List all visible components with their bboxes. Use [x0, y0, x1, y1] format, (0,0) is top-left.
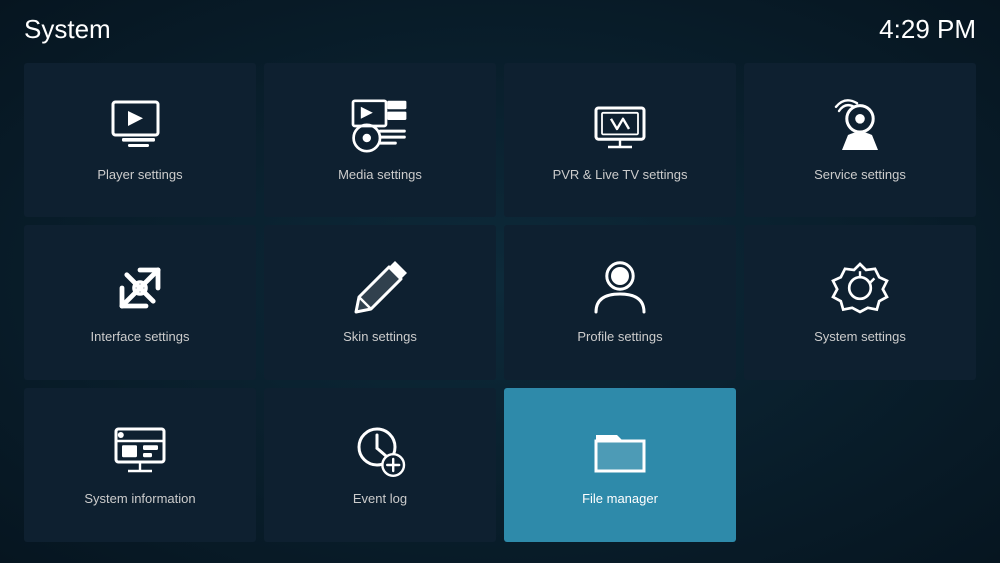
header: System 4:29 PM: [0, 0, 1000, 55]
tile-label-player-settings: Player settings: [97, 167, 182, 182]
pvr-settings-icon: [585, 91, 655, 161]
tile-label-interface-settings: Interface settings: [91, 329, 190, 344]
tile-label-event-log: Event log: [353, 491, 407, 506]
tile-label-system-information: System information: [84, 491, 195, 506]
tile-player-settings[interactable]: Player settings: [24, 63, 256, 217]
tile-profile-settings[interactable]: Profile settings: [504, 225, 736, 379]
event-log-icon: [345, 415, 415, 485]
service-settings-icon: [825, 91, 895, 161]
tile-label-media-settings: Media settings: [338, 167, 422, 182]
tile-label-skin-settings: Skin settings: [343, 329, 417, 344]
profile-settings-icon: [585, 253, 655, 323]
page-title: System: [24, 14, 111, 45]
tile-media-settings[interactable]: Media settings: [264, 63, 496, 217]
system-settings-icon: [825, 253, 895, 323]
tile-file-manager[interactable]: File manager: [504, 388, 736, 542]
player-settings-icon: [105, 91, 175, 161]
tile-system-information[interactable]: System information: [24, 388, 256, 542]
settings-grid: Player settings Media settings PVR & Live …: [0, 55, 1000, 558]
tile-label-profile-settings: Profile settings: [577, 329, 662, 344]
media-settings-icon: [345, 91, 415, 161]
tile-skin-settings[interactable]: Skin settings: [264, 225, 496, 379]
tile-pvr-settings[interactable]: PVR & Live TV settings: [504, 63, 736, 217]
tile-event-log[interactable]: Event log: [264, 388, 496, 542]
file-manager-icon: [585, 415, 655, 485]
system-information-icon: [105, 415, 175, 485]
tile-service-settings[interactable]: Service settings: [744, 63, 976, 217]
interface-settings-icon: [105, 253, 175, 323]
tile-label-file-manager: File manager: [582, 491, 658, 506]
tile-label-pvr-settings: PVR & Live TV settings: [553, 167, 688, 182]
clock: 4:29 PM: [879, 14, 976, 45]
tile-interface-settings[interactable]: Interface settings: [24, 225, 256, 379]
tile-system-settings[interactable]: System settings: [744, 225, 976, 379]
skin-settings-icon: [345, 253, 415, 323]
tile-label-service-settings: Service settings: [814, 167, 906, 182]
tile-label-system-settings: System settings: [814, 329, 906, 344]
